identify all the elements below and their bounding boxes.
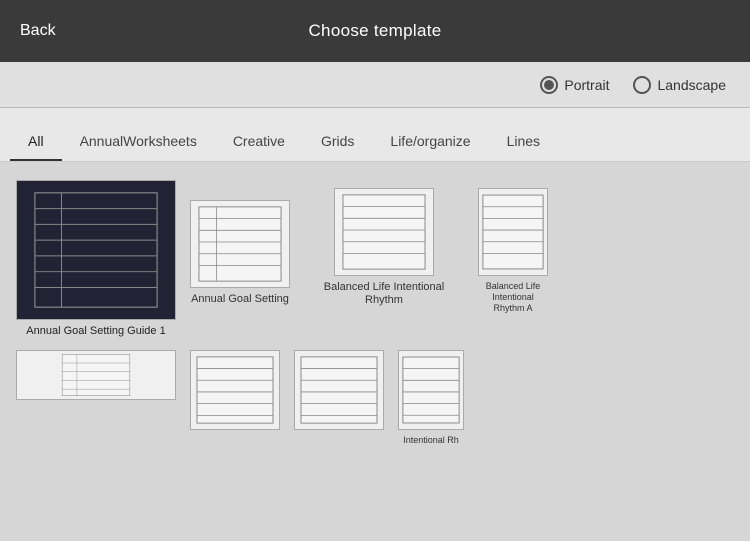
tab-all[interactable]: All [10, 123, 62, 161]
template-item-5[interactable] [16, 350, 176, 400]
template-thumb-6 [190, 350, 280, 430]
template-item-7[interactable] [294, 350, 384, 430]
template-thumb-8 [398, 350, 464, 430]
template-label-8: Intentional Rh [403, 435, 459, 446]
template-grid: Annual Goal Setting Guide 1 Annual Goal … [0, 162, 750, 541]
template-item-4[interactable]: Balanced Life Intentional Rhythm A [478, 188, 548, 313]
header: Back Choose template [0, 0, 750, 62]
template-thumb-2 [190, 200, 290, 288]
tab-grids[interactable]: Grids [303, 123, 372, 161]
page-title: Choose template [308, 21, 441, 41]
template-label-3: Balanced Life Intentional Rhythm [304, 281, 464, 307]
tab-life[interactable]: Life/organize [372, 123, 488, 161]
landscape-option[interactable]: Landscape [633, 76, 726, 94]
tab-annual[interactable]: AnnualWorksheets [62, 123, 215, 161]
template-item-2[interactable]: Annual Goal Setting [190, 200, 290, 306]
template-thumb-5 [16, 350, 176, 400]
template-thumb-1 [16, 180, 176, 320]
landscape-label: Landscape [657, 77, 726, 93]
template-row-1: Annual Goal Setting Guide 1 Annual Goal … [16, 180, 734, 338]
template-label-1: Annual Goal Setting Guide 1 [26, 325, 165, 338]
template-label-4: Balanced Life Intentional Rhythm A [478, 281, 548, 313]
portrait-label: Portrait [564, 77, 609, 93]
template-thumb-3 [334, 188, 434, 276]
portrait-option[interactable]: Portrait [540, 76, 609, 94]
template-item-6[interactable] [190, 350, 280, 430]
orientation-row: Portrait Landscape [0, 62, 750, 108]
template-item-1[interactable]: Annual Goal Setting Guide 1 [16, 180, 176, 338]
tabs-row: All AnnualWorksheets Creative Grids Life… [0, 108, 750, 162]
landscape-radio[interactable] [633, 76, 651, 94]
template-label-2: Annual Goal Setting [191, 293, 289, 306]
template-item-8[interactable]: Intentional Rh [398, 350, 464, 446]
template-thumb-7 [294, 350, 384, 430]
template-thumb-4 [478, 188, 548, 276]
template-item-3[interactable]: Balanced Life Intentional Rhythm [304, 188, 464, 307]
tab-lines[interactable]: Lines [489, 123, 558, 161]
tab-creative[interactable]: Creative [215, 123, 303, 161]
portrait-radio[interactable] [540, 76, 558, 94]
template-row-2: Intentional Rh [16, 350, 734, 446]
back-button[interactable]: Back [20, 22, 56, 40]
